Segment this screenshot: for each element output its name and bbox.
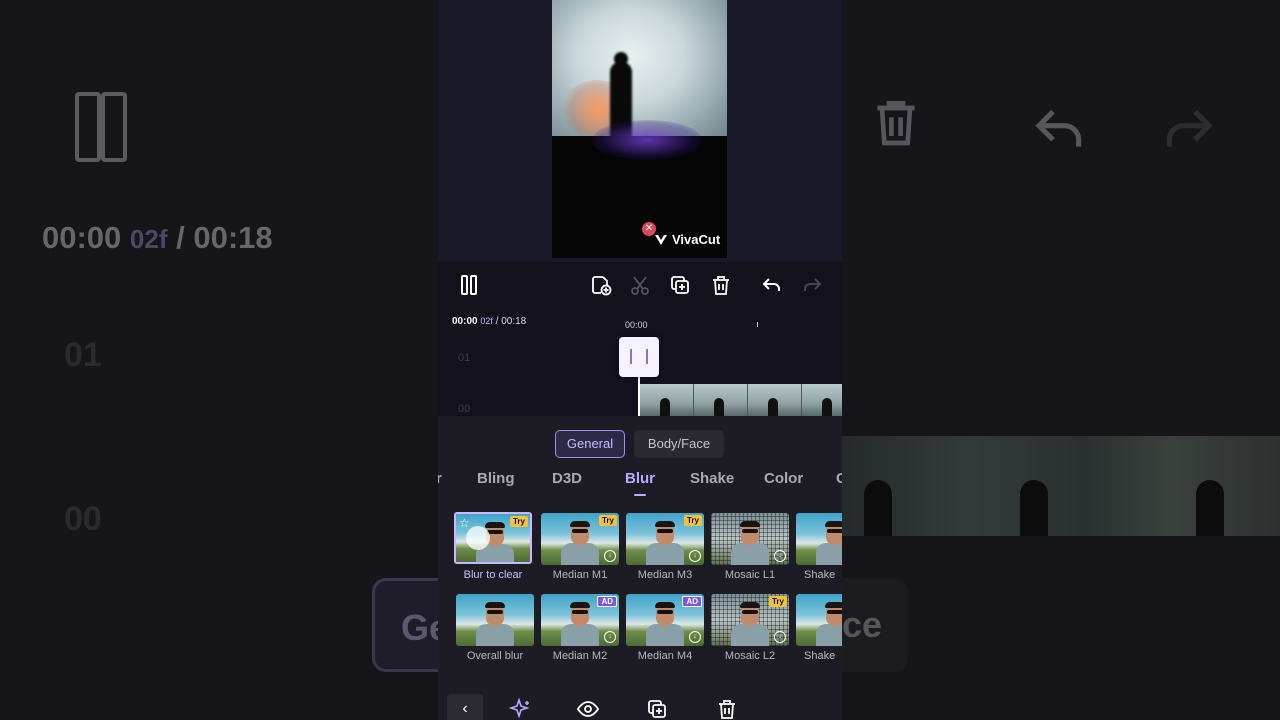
background-face-tab: ce — [842, 578, 908, 672]
vivacut-logo-icon — [655, 235, 667, 245]
timeline[interactable]: 00:00 02f / 00:18 00:00 01 00 — [438, 310, 842, 416]
video-filmstrip[interactable] — [640, 384, 842, 416]
star-icon[interactable]: ☆ — [459, 516, 470, 530]
undo-icon[interactable] — [759, 272, 785, 298]
effect-tile-median-m2[interactable]: AD ↓ — [541, 594, 619, 646]
effects-panel: General Body/Face r Bling D3D Blur Shake… — [438, 416, 842, 720]
category-partial-right[interactable]: G — [836, 470, 842, 487]
effect-tile-median-m3[interactable]: Try ↓ — [626, 513, 704, 565]
effect-tile-overall-blur[interactable] — [456, 594, 534, 646]
background-time: 00:00 02f / 00:18 — [42, 220, 273, 255]
filmstrip-frame — [802, 384, 842, 416]
ad-badge: AD — [682, 596, 702, 607]
duplicate-icon[interactable] — [667, 272, 693, 298]
effect-clip-handle[interactable] — [619, 337, 659, 377]
effect-label: Median M3 — [637, 569, 693, 581]
back-button[interactable]: ‹ — [447, 694, 483, 720]
effect-label: Median M1 — [552, 569, 608, 581]
effect-tile-blur-to-clear[interactable]: ☆ Try — [454, 512, 532, 564]
effect-tile-median-m4[interactable]: AD ↓ — [626, 594, 704, 646]
video-preview[interactable]: ✕ VivaCut — [552, 0, 727, 258]
effect-label: Median M2 — [552, 650, 608, 662]
active-category-indicator — [634, 494, 646, 496]
category-partial-left[interactable]: r — [438, 470, 442, 487]
effect-label: Median M4 — [637, 650, 693, 662]
sparkle-icon[interactable] — [508, 697, 533, 720]
redo-icon[interactable] — [799, 272, 825, 298]
tab-general[interactable]: General — [555, 430, 625, 458]
duplicate-effect-icon[interactable] — [646, 698, 670, 720]
background-filmstrip — [842, 436, 1280, 536]
category-blur[interactable]: Blur — [625, 470, 655, 487]
download-icon: ↓ — [604, 631, 616, 643]
current-time: 00:00 02f / 00:18 — [452, 316, 527, 327]
effect-label: Blur to clear — [463, 569, 523, 581]
preview-area: ✕ VivaCut — [438, 0, 842, 262]
filmstrip-frame — [748, 384, 802, 416]
watermark: ✕ VivaCut — [642, 222, 727, 256]
filmstrip-frame — [640, 384, 694, 416]
try-badge: Try — [509, 516, 528, 527]
bottom-action-bar: ‹ — [438, 694, 842, 720]
watermark-text: VivaCut — [672, 232, 721, 247]
eye-icon[interactable] — [576, 698, 601, 720]
category-d3d[interactable]: D3D — [552, 470, 582, 487]
add-overlay-icon[interactable] — [588, 272, 614, 298]
lane-number-bottom: 00 — [458, 403, 471, 415]
tab-body-face[interactable]: Body/Face — [634, 430, 724, 458]
effect-tile-mosaic-l1[interactable]: ↓ — [711, 513, 789, 565]
download-icon: ↓ — [774, 631, 786, 643]
effect-tile-mosaic-l2[interactable]: Try ↓ — [711, 594, 789, 646]
edit-toolbar — [438, 262, 842, 310]
preview-glow-purple — [592, 120, 702, 160]
ruler-tick — [757, 322, 758, 327]
background-lane-bottom: 00 — [64, 500, 102, 538]
split-icon[interactable] — [627, 272, 653, 298]
category-bling[interactable]: Bling — [477, 470, 515, 487]
effect-label: Shake — [804, 650, 836, 662]
download-icon: ↓ — [604, 550, 616, 562]
try-badge: Try — [683, 515, 702, 526]
background-trash-icon — [868, 92, 924, 165]
download-icon: ↓ — [774, 550, 786, 562]
download-icon: ↓ — [689, 631, 701, 643]
ad-badge: AD — [597, 596, 617, 607]
delete-icon[interactable] — [708, 272, 734, 298]
pause-icon[interactable] — [456, 272, 482, 298]
lane-number-top: 01 — [458, 352, 471, 364]
background-undo-icon — [1032, 100, 1088, 165]
background-lane-top: 01 — [64, 336, 102, 374]
delete-effect-icon[interactable] — [716, 698, 740, 720]
category-color[interactable]: Color — [764, 470, 803, 487]
try-badge: Try — [768, 596, 787, 607]
background-pause-icon — [75, 92, 127, 162]
try-badge: Try — [598, 515, 617, 526]
effect-label: Mosaic L1 — [724, 569, 776, 581]
background-redo-icon — [1160, 100, 1216, 165]
category-shake[interactable]: Shake — [690, 470, 734, 487]
effect-tile-shake-2[interactable] — [796, 594, 842, 646]
download-icon: ↓ — [689, 550, 701, 562]
effect-tile-median-m1[interactable]: Try ↓ — [541, 513, 619, 565]
effect-label: Mosaic L2 — [724, 650, 776, 662]
editor-screen: ✕ VivaCut 00:00 02f / 00:18 00:00 01 00 … — [438, 0, 842, 720]
ruler-label: 00:00 — [625, 320, 648, 330]
effect-label: Overall blur — [466, 650, 524, 662]
effect-tile-shake[interactable] — [796, 513, 842, 565]
effect-label: Shake — [804, 569, 836, 581]
filmstrip-frame — [694, 384, 748, 416]
